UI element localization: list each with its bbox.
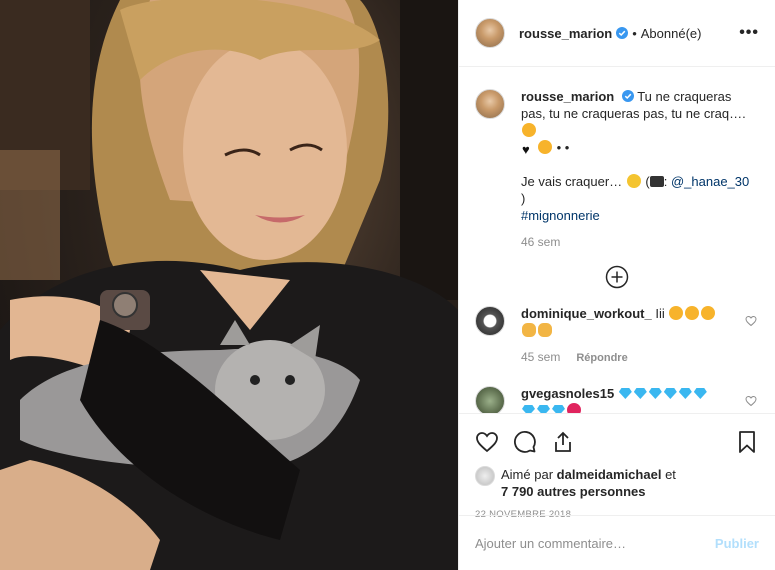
comment-username[interactable]: dominique_workout_ [521, 306, 652, 321]
photo-illustration [0, 0, 458, 570]
gem-emoji-icon [663, 388, 677, 399]
heart-eyes-cat-emoji-icon [522, 123, 536, 137]
liker-avatar[interactable] [475, 466, 495, 486]
gem-emoji-icon [522, 405, 535, 413]
author-avatar[interactable] [475, 18, 505, 48]
caption: rousse_marion Tu ne craqueras pas, tu ne… [475, 88, 759, 251]
gem-emoji-icon [648, 388, 662, 399]
gem-emoji-icon [552, 405, 565, 413]
post-header: rousse_marion • Abonné(e) ••• [459, 0, 775, 67]
publish-button[interactable]: Publier [715, 536, 759, 551]
gem-emoji-icon [633, 388, 647, 399]
comment-item: gvegasnoles15 [475, 385, 759, 413]
caption-avatar[interactable] [475, 89, 505, 119]
like-comment-icon[interactable] [745, 315, 757, 327]
comment-item: dominique_workout_ Iii 45 sem Répondre [475, 305, 759, 367]
hashtag-link[interactable]: #mignonnerie [521, 207, 759, 224]
author-username[interactable]: rousse_marion [519, 26, 612, 41]
likes-and: et [665, 467, 676, 482]
caption-username[interactable]: rousse_marion [521, 89, 614, 104]
black-heart-emoji-icon: ♥ [522, 142, 530, 157]
reply-button[interactable]: Répondre [576, 352, 627, 364]
credit-close-paren: ) [521, 191, 526, 206]
caption-line2-dots: • • [556, 140, 570, 155]
ok-hand-emoji-icon [522, 323, 536, 337]
caption-line3: Je vais craquer… [521, 174, 623, 189]
grin-sweat-emoji-icon [626, 174, 641, 188]
comment-icon[interactable] [513, 430, 537, 454]
bookmark-icon[interactable] [735, 430, 759, 454]
load-more-comments-icon[interactable] [605, 265, 629, 289]
commenter-avatar[interactable] [475, 386, 505, 413]
add-comment-bar: Ajouter un commentaire… Publier [459, 515, 775, 570]
share-icon[interactable] [551, 430, 575, 454]
gem-emoji-icon [618, 388, 632, 399]
heart-eyes-cat-emoji-icon [669, 306, 684, 320]
verified-icon [621, 90, 634, 102]
gem-emoji-icon [537, 405, 550, 413]
likes-prefix: Aimé par [501, 467, 554, 482]
ok-hand-emoji-icon [538, 323, 552, 337]
comment-time[interactable]: 45 sem [521, 350, 560, 364]
post-actions: Aimé par dalmeidamichael et 7 790 autres… [459, 413, 775, 520]
cat-face-emoji-icon [538, 140, 552, 154]
gem-emoji-icon [678, 388, 692, 399]
verified-icon [616, 27, 629, 39]
commenter-avatar[interactable] [475, 306, 505, 336]
gem-emoji-icon [693, 388, 707, 399]
credit-mention-link[interactable]: @_hanae_30 [671, 174, 749, 189]
comment-username[interactable]: gvegasnoles15 [521, 386, 614, 401]
like-icon[interactable] [475, 430, 499, 454]
caption-time[interactable]: 46 sem [521, 234, 759, 251]
more-options-icon[interactable]: ••• [739, 24, 759, 42]
post-panel: rousse_marion • Abonné(e) ••• rousse_mar… [458, 0, 775, 570]
liker-username[interactable]: dalmeidamichael [557, 467, 662, 482]
likes-others-link[interactable]: 7 790 autres personnes [501, 484, 646, 499]
add-comment-input[interactable]: Ajouter un commentaire… [475, 536, 715, 551]
heart-emoji-icon [567, 403, 581, 413]
post-photo[interactable] [0, 0, 458, 570]
follow-status[interactable]: Abonné(e) [641, 26, 702, 41]
heart-eyes-cat-emoji-icon [701, 306, 716, 320]
heart-eyes-cat-emoji-icon [685, 306, 700, 320]
like-comment-icon[interactable] [745, 395, 757, 407]
likes-summary: Aimé par dalmeidamichael et 7 790 autres… [475, 466, 759, 500]
comment-text: Iii [655, 306, 665, 321]
comments-section[interactable]: rousse_marion Tu ne craqueras pas, tu ne… [459, 68, 775, 413]
camera-emoji-icon [649, 176, 664, 187]
separator-dot: • [632, 25, 637, 41]
